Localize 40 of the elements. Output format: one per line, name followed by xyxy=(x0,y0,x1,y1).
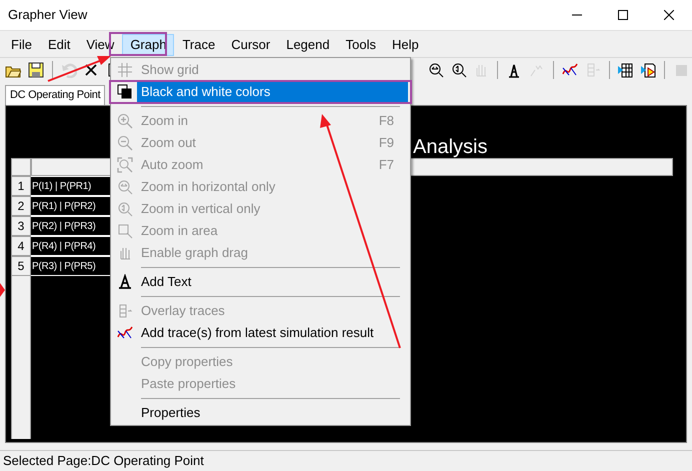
trace-label: P(R4) | P(PR4) xyxy=(31,236,111,256)
menu-item[interactable]: File xyxy=(3,34,40,56)
menu-item[interactable]: Black and white colors xyxy=(113,81,408,103)
annotation-arrow xyxy=(46,54,112,83)
row-number: 2 xyxy=(11,196,31,216)
graph-title: Analysis xyxy=(413,135,488,160)
menu-item[interactable]: Edit xyxy=(40,34,78,56)
text-icon xyxy=(117,274,133,290)
overlay-icon xyxy=(117,303,133,319)
menu-item[interactable]: Tools xyxy=(338,34,384,56)
row-number: 1 xyxy=(11,176,31,196)
zoom-horizontal-icon xyxy=(117,179,133,195)
zoom-area-icon xyxy=(117,223,133,239)
zoom-in-icon xyxy=(117,113,133,129)
grid-icon xyxy=(117,62,133,78)
trace-label: P(I1) | P(PR1) xyxy=(31,176,111,196)
menu-item[interactable]: Trace xyxy=(174,34,224,56)
row-number: 4 xyxy=(11,236,31,256)
status-text: Selected Page:DC Operating Point xyxy=(3,452,204,470)
menu-item[interactable]: Properties xyxy=(113,402,408,424)
zoom-out-icon xyxy=(117,135,133,151)
page-tab[interactable]: DC Operating Point xyxy=(5,85,106,105)
menu-item[interactable]: Cursor xyxy=(223,34,278,56)
auto-zoom-icon xyxy=(117,157,133,173)
annotation-arrow-icon xyxy=(0,283,5,297)
row-number: 5 xyxy=(11,256,31,276)
window-title: Grapher View xyxy=(7,6,88,24)
overlapping-squares-icon xyxy=(117,84,133,100)
menu-item[interactable]: Add Text xyxy=(113,271,408,293)
maximize-icon xyxy=(618,10,628,20)
trace-label: P(R3) | P(PR5) xyxy=(31,256,111,276)
zoom-vertical-icon xyxy=(117,201,133,217)
trace-label: P(R2) | P(PR3) xyxy=(31,216,111,236)
menu-item[interactable]: Help xyxy=(384,34,427,56)
trace-label: P(R1) | P(PR2) xyxy=(31,196,111,216)
trace-icon xyxy=(117,325,133,341)
menu-item[interactable]: Legend xyxy=(278,34,338,56)
close-icon xyxy=(664,10,674,20)
menu-item[interactable]: Add trace(s) from latest simulation result xyxy=(113,322,408,344)
row-number: 3 xyxy=(11,216,31,236)
